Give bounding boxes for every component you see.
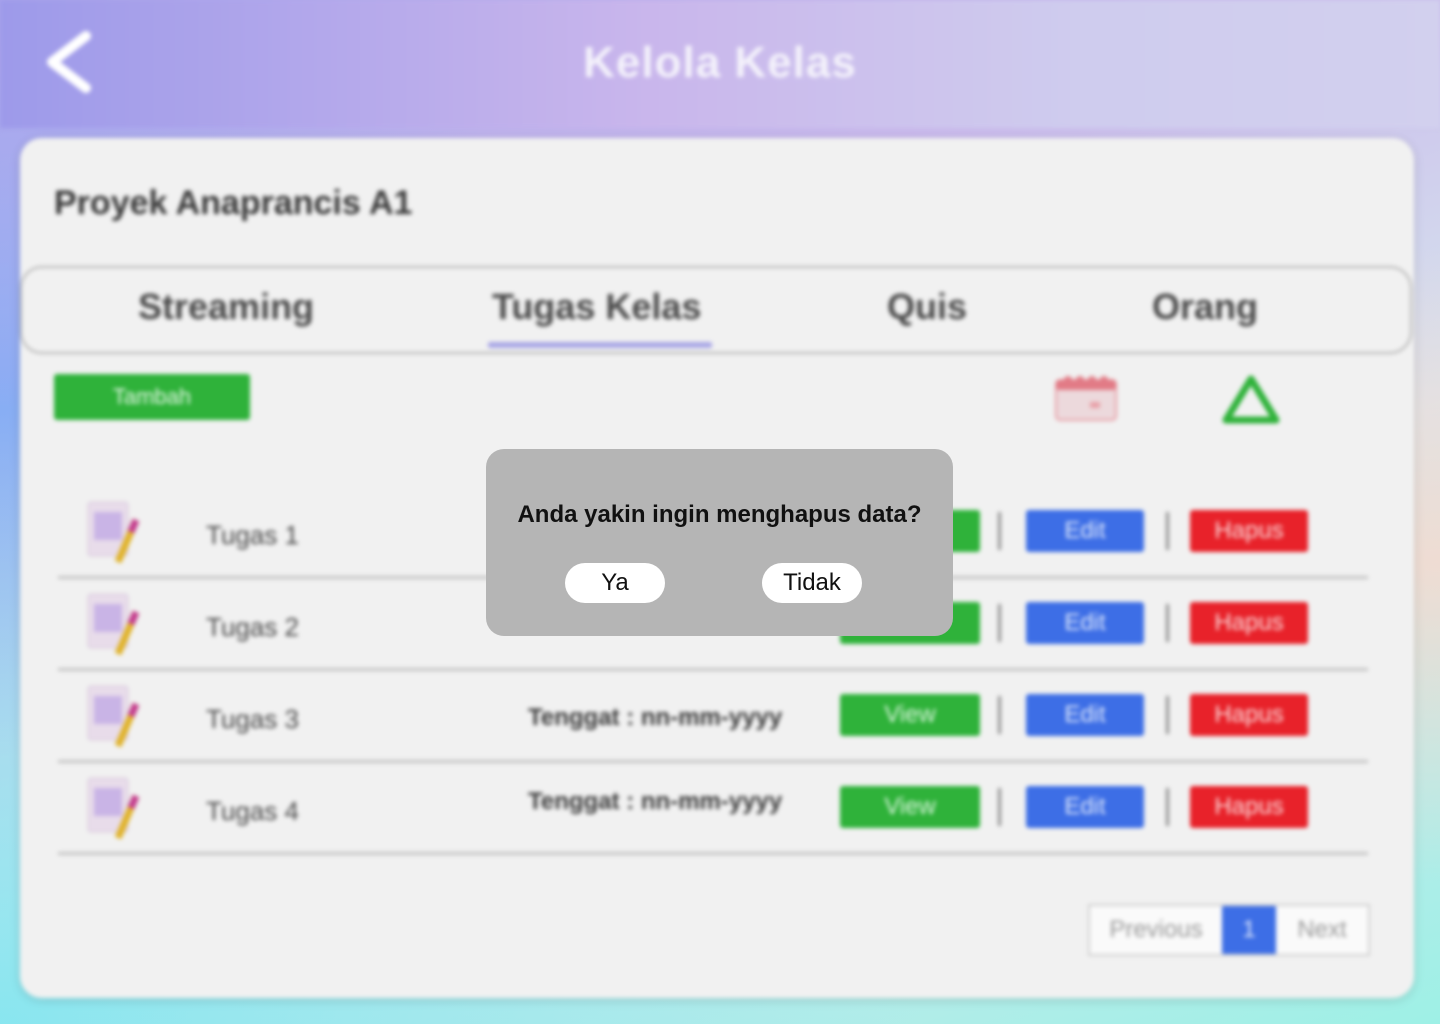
divider (998, 604, 1001, 642)
divider (998, 788, 1001, 826)
task-name: Tugas 1 (206, 520, 299, 550)
divider (1166, 696, 1169, 734)
row-divider (58, 668, 1368, 671)
divider (998, 696, 1001, 734)
document-edit-icon (84, 684, 148, 752)
edit-button[interactable]: Edit (1026, 694, 1144, 736)
tab-tugas-kelas[interactable]: Tugas Kelas (492, 286, 701, 328)
pagination: Previous 1 Next (1088, 904, 1370, 956)
divider (1166, 604, 1169, 642)
class-name: Proyek Anaprancis A1 (54, 184, 413, 222)
row-divider (58, 760, 1368, 763)
next-page-button[interactable]: Next (1276, 906, 1368, 954)
previous-page-button[interactable]: Previous (1090, 906, 1222, 954)
calendar-icon[interactable] (1054, 374, 1118, 422)
edit-button[interactable]: Edit (1026, 510, 1144, 552)
tab-quis[interactable]: Quis (887, 286, 967, 328)
view-button[interactable]: View (840, 694, 980, 736)
drive-icon[interactable] (1220, 374, 1282, 426)
delete-button[interactable]: Hapus (1190, 510, 1308, 552)
tab-streaming[interactable]: Streaming (138, 286, 314, 328)
tab-orang[interactable]: Orang (1152, 286, 1258, 328)
document-edit-icon (84, 592, 148, 660)
view-button[interactable]: View (840, 786, 980, 828)
confirm-no-button[interactable]: Tidak (762, 563, 862, 603)
document-edit-icon (84, 776, 148, 844)
page-title: Kelola Kelas (583, 38, 857, 87)
task-row: Tugas 3 Tenggat : nn-mm-yyyy View Edit H… (58, 684, 1378, 774)
confirm-yes-button[interactable]: Ya (565, 563, 665, 603)
divider (1166, 788, 1169, 826)
active-tab-indicator (488, 342, 712, 348)
tab-bar: Streaming Tugas Kelas Quis Orang (20, 266, 1412, 354)
delete-button[interactable]: Hapus (1190, 786, 1308, 828)
confirm-delete-dialog: Anda yakin ingin menghapus data? Ya Tida… (486, 449, 953, 636)
task-row: Tugas 4 Tenggat : nn-mm-yyyy View Edit H… (58, 776, 1378, 866)
add-task-button[interactable]: Tambah (54, 374, 250, 420)
divider (998, 512, 1001, 550)
edit-button[interactable]: Edit (1026, 786, 1144, 828)
task-name: Tugas 4 (206, 796, 299, 826)
task-name: Tugas 2 (206, 612, 299, 642)
dialog-message: Anda yakin ingin menghapus data? (517, 501, 922, 528)
top-bar: Kelola Kelas (0, 0, 1440, 128)
edit-button[interactable]: Edit (1026, 602, 1144, 644)
document-edit-icon (84, 500, 148, 568)
delete-button[interactable]: Hapus (1190, 694, 1308, 736)
task-deadline: Tenggat : nn-mm-yyyy (528, 788, 783, 815)
current-page-button[interactable]: 1 (1222, 906, 1276, 954)
task-deadline: Tenggat : nn-mm-yyyy (528, 704, 783, 731)
row-divider (58, 852, 1368, 855)
divider (1166, 512, 1169, 550)
delete-button[interactable]: Hapus (1190, 602, 1308, 644)
task-name: Tugas 3 (206, 704, 299, 734)
